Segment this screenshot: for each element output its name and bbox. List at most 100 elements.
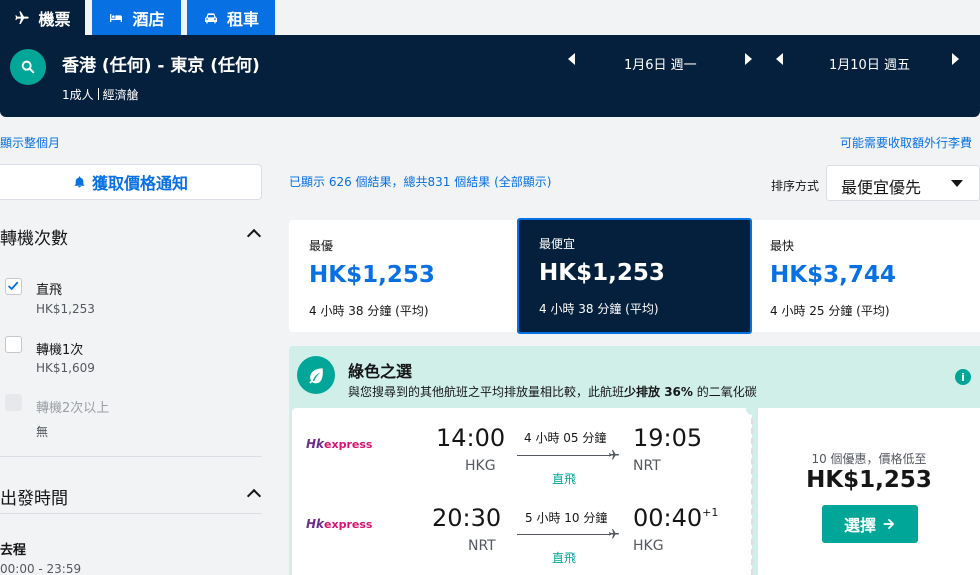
extra-fees-link[interactable]: 可能需要收取額外行李費	[840, 134, 972, 151]
select-button-label: 選擇	[843, 516, 876, 535]
price-tab-price: HK$1,253	[539, 260, 665, 286]
tab-cars-label: 租車	[226, 9, 259, 29]
results-count[interactable]: 已顯示 626 個結果，總共831 個結果 (全部顯示)	[289, 173, 551, 190]
tab-hotels[interactable]: 酒店	[92, 0, 181, 35]
depart-prev-arrow-icon[interactable]	[568, 53, 575, 65]
airline-logo-rest: express	[324, 518, 373, 531]
search-icon	[21, 60, 35, 74]
tab-flights-label: 機票	[38, 9, 71, 29]
arrival-airport: NRT	[633, 458, 661, 474]
depart-time-filter-title: 出發時間	[0, 489, 68, 509]
direct-checkbox[interactable]	[5, 278, 22, 295]
card-notch	[746, 403, 758, 415]
select-button[interactable]: 選擇	[822, 505, 918, 543]
price-tab-cheapest[interactable]: 最便宜 HK$1,253 4 小時 38 分鐘 (平均)	[517, 218, 752, 334]
show-month-link[interactable]: 顯示整個月	[0, 134, 60, 151]
collapse-stops-icon[interactable]	[246, 228, 262, 244]
passenger-cabin[interactable]: 1成人 經濟艙	[62, 86, 139, 103]
arrow-right-icon	[883, 519, 894, 529]
price-tab-price: HK$1,253	[309, 262, 435, 288]
price-alert-button[interactable]: 獲取價格通知	[0, 164, 262, 200]
flight-duration: 4 小時 05 分鐘	[524, 431, 607, 445]
sidebar-divider	[0, 456, 262, 457]
outbound-label: 去程	[0, 543, 27, 558]
car-icon	[204, 12, 217, 23]
bell-icon	[74, 176, 85, 188]
one-stop-price: HK$1,609	[36, 361, 95, 375]
outbound-time-range: 00:00 - 23:59	[0, 562, 82, 575]
price-alert-label: 獲取價格通知	[91, 174, 188, 193]
passenger-count: 1成人	[62, 88, 94, 102]
direct-label[interactable]: 直飛	[36, 279, 62, 298]
green-desc-suffix: 的二氧化碳	[692, 385, 757, 399]
departure-airport: NRT	[468, 538, 496, 554]
collapse-depart-time-icon[interactable]	[246, 488, 262, 504]
price-tab-duration: 4 小時 25 分鐘 (平均)	[770, 304, 890, 318]
bed-icon	[110, 13, 123, 22]
flight-price: HK$1,253	[806, 467, 932, 493]
two-plus-stops-checkbox	[5, 394, 22, 411]
route-text[interactable]: 香港 (任何) - 東京 (任何)	[62, 51, 260, 76]
green-choice-description: 與您搜尋到的其他航班之平均排放量相比較，此航班少排放 36% 的二氧化碳	[348, 383, 757, 400]
airline-logo: Hkexpress	[306, 517, 372, 531]
product-tabs: 機票 酒店 租車	[0, 0, 980, 35]
airline-logo-hk: Hk	[306, 517, 325, 531]
arrival-time: 00:40+1	[633, 504, 718, 532]
airline-logo-rest: express	[324, 438, 373, 451]
tab-flights[interactable]: 機票	[0, 0, 85, 35]
sort-select[interactable]: 最便宜優先	[826, 165, 980, 201]
tab-cars[interactable]: 租車	[187, 0, 275, 35]
price-tab-title: 最快	[770, 239, 795, 253]
flight-line	[517, 534, 611, 535]
price-tab-price: HK$3,744	[770, 262, 896, 288]
flight-duration: 5 小時 10 分鐘	[525, 511, 608, 525]
stops-text: 直飛	[552, 551, 577, 565]
plane-icon	[609, 450, 619, 460]
arrival-time: 19:05	[633, 424, 703, 452]
price-tab-duration: 4 小時 38 分鐘 (平均)	[309, 304, 429, 318]
arrival-time-value: 00:40	[633, 504, 703, 532]
stops-filter-title: 轉機次數	[0, 229, 68, 249]
plane-icon	[15, 10, 30, 24]
green-desc-prefix: 與您搜尋到的其他航班之平均排放量相比較，此航班	[348, 385, 625, 399]
airline-logo: Hkexpress	[306, 437, 372, 451]
airline-logo-hk: Hk	[306, 437, 325, 451]
return-next-arrow-icon[interactable]	[952, 53, 959, 65]
card-divider	[751, 408, 753, 575]
green-desc-bold: 少排放 36%	[624, 385, 693, 399]
depart-date[interactable]: 1月6日 週一	[624, 54, 697, 73]
sort-label: 排序方式	[771, 179, 820, 193]
search-button[interactable]	[10, 49, 46, 85]
return-prev-arrow-icon[interactable]	[776, 53, 783, 65]
two-plus-stops-label: 轉機2次以上	[36, 401, 110, 416]
chevron-down-icon	[951, 180, 963, 187]
price-tab-duration: 4 小時 38 分鐘 (平均)	[539, 302, 659, 316]
green-choice-title: 綠色之選	[348, 362, 413, 381]
sort-value: 最便宜優先	[841, 178, 922, 197]
return-date[interactable]: 1月10日 週五	[829, 54, 910, 73]
cabin-class: 經濟艙	[102, 88, 139, 102]
depart-next-arrow-icon[interactable]	[745, 53, 752, 65]
direct-price: HK$1,253	[36, 302, 95, 316]
flight-line	[517, 455, 611, 456]
info-icon[interactable]: i	[955, 369, 971, 385]
one-stop-label[interactable]: 轉機1次	[36, 339, 83, 358]
price-tab-best[interactable]: 最優 HK$1,253 4 小時 38 分鐘 (平均)	[289, 220, 517, 332]
plane-icon	[609, 529, 619, 539]
price-tab-fastest[interactable]: 最快 HK$3,744 4 小時 25 分鐘 (平均)	[752, 220, 980, 332]
departure-time: 14:00	[436, 424, 506, 452]
arrival-airport: HKG	[633, 538, 664, 554]
separator	[97, 88, 99, 100]
search-summary-header: 香港 (任何) - 東京 (任何) 1成人 經濟艙 1月6日 週一 1月10日 週…	[0, 35, 980, 117]
one-stop-checkbox[interactable]	[5, 336, 22, 353]
two-plus-stops-price: 無	[36, 425, 49, 439]
deals-text: 10 個優惠，價格低至	[811, 452, 927, 466]
leaf-icon	[297, 356, 335, 394]
tab-hotels-label: 酒店	[132, 9, 165, 29]
sidebar-divider	[0, 513, 262, 514]
stops-text: 直飛	[552, 472, 577, 486]
leaf-glyph	[309, 368, 323, 384]
price-tab-title: 最優	[309, 239, 334, 253]
price-tab-title: 最便宜	[539, 237, 576, 251]
departure-time: 20:30	[432, 504, 502, 532]
